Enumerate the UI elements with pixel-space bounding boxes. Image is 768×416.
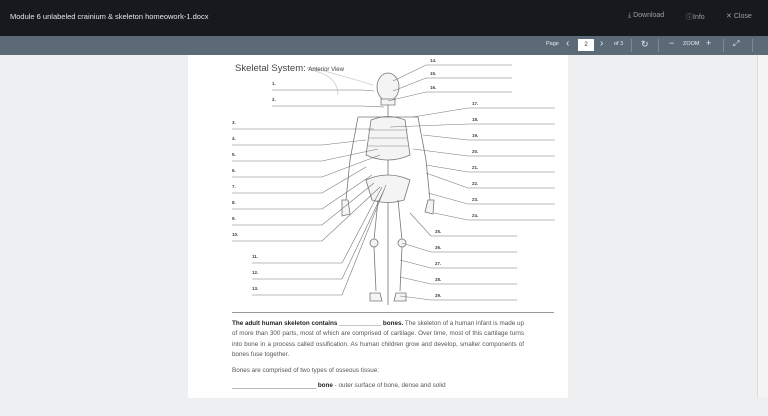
leader-line [232, 174, 373, 210]
label-number: 3. [232, 120, 236, 125]
label-number: 20. [472, 149, 478, 154]
divider [752, 39, 753, 52]
leader-line [399, 259, 517, 269]
label-number: 19. [472, 133, 478, 138]
leader-line [252, 184, 387, 296]
leader-line [422, 134, 555, 141]
label-number: 29. [435, 293, 441, 298]
compact-text: - outer surface of bone, dense and solid [332, 382, 446, 389]
label-number: 18. [472, 117, 478, 122]
heading-text: Skeletal System: [235, 63, 306, 74]
skeleton-figure [306, 67, 435, 305]
divider [631, 39, 632, 52]
leader-line [252, 189, 385, 280]
leader-line [425, 172, 555, 189]
label-number: 9. [232, 216, 236, 221]
leader-line [232, 166, 367, 194]
label-number: 13. [252, 286, 258, 291]
info-label: Info [693, 14, 705, 21]
leader-line [387, 91, 512, 102]
tissue-text: Bones are comprised of two types of osse… [232, 367, 380, 374]
zoom-out-button[interactable]: − [669, 38, 674, 48]
leader-line [389, 123, 555, 128]
label-number: 28. [435, 277, 441, 282]
leader-line [272, 105, 385, 108]
info-button[interactable]: ⓘInfo [686, 12, 705, 22]
label-number: 26. [435, 245, 441, 250]
blank: ________________________ [232, 382, 317, 389]
label-number: 24. [472, 213, 478, 218]
leader-line [409, 212, 517, 237]
bone-bold: bone [317, 382, 333, 389]
download-label: Download [633, 12, 665, 19]
label-number: 2. [272, 97, 276, 102]
fullscreen-icon[interactable]: ⤢ [733, 39, 739, 49]
leader-line [392, 77, 512, 92]
diagram-title: Skeletal System: Anterior View [235, 63, 344, 74]
compact-bone-line: ________________________ bone - outer su… [232, 382, 446, 389]
bottom-area [0, 398, 768, 416]
leader-line [272, 89, 375, 92]
para-bold: The adult human skeleton contains ______… [232, 320, 404, 327]
label-number: 10. [232, 232, 238, 237]
page-number-input[interactable] [578, 39, 594, 51]
label-number: 27. [435, 261, 441, 266]
intro-paragraph: The adult human skeleton contains ______… [232, 319, 524, 360]
zoom-in-button[interactable]: + [706, 38, 711, 48]
scrollbar[interactable] [757, 55, 768, 400]
info-icon: ⓘ [686, 14, 693, 21]
subheading-text: Anterior View [308, 67, 344, 73]
leader-line [401, 242, 517, 253]
page-label: Page [546, 41, 559, 47]
leader-line [425, 164, 555, 173]
label-number: 22. [472, 181, 478, 186]
viewer-toolbar: Page ‹ › of 3 ↻ − ZOOM + ⤢ [0, 36, 768, 55]
leader-line [232, 139, 367, 146]
leader-line [399, 295, 517, 301]
next-page-button[interactable]: › [600, 38, 603, 49]
leader-line [433, 212, 555, 221]
zoom-label: ZOOM [683, 41, 700, 47]
leader-line [392, 64, 512, 82]
divider [232, 312, 554, 313]
label-number: 14. [430, 58, 436, 63]
leader-line [412, 107, 555, 118]
label-number: 7. [232, 184, 236, 189]
document-page: 1. 2. 3. 4. 5. 6. 7. 8. 9. 10. 11. 12. 13. 14. 15. 16. 1… [188, 55, 568, 400]
rotate-icon[interactable]: ↻ [641, 39, 649, 50]
label-number: 16. [430, 85, 436, 90]
label-number: 5. [232, 152, 236, 157]
label-number: 12. [252, 270, 258, 275]
label-number: 25. [435, 229, 441, 234]
prev-page-button[interactable]: ‹ [566, 38, 569, 49]
document-title: Module 6 unlabeled crainium & skeleton h… [10, 12, 209, 21]
skeleton-diagram: 1. 2. 3. 4. 5. 6. 7. 8. 9. 10. 11. 12. 13. 14. 15. 16. 1… [232, 58, 555, 305]
leader-line [232, 148, 379, 162]
label-number: 8. [232, 200, 236, 205]
close-button[interactable]: ✕ Close [726, 12, 752, 20]
label-number: 21. [472, 165, 478, 170]
leader-line [232, 154, 381, 178]
leader-line [427, 192, 555, 205]
label-number: 17. [472, 101, 478, 106]
download-button[interactable]: ⤓ Download [628, 12, 664, 20]
page-count: of 3 [614, 41, 624, 47]
download-icon: ⤓ [628, 12, 632, 19]
label-number: 6. [232, 168, 236, 173]
label-number: 23. [472, 197, 478, 202]
leader-line [412, 148, 555, 157]
leader-line [399, 276, 517, 285]
label-number: 1. [272, 81, 276, 86]
label-number: 11. [252, 254, 258, 259]
top-bar: Module 6 unlabeled crainium & skeleton h… [0, 0, 768, 36]
label-number: 4. [232, 136, 236, 141]
label-number: 15. [430, 71, 436, 76]
divider [723, 39, 724, 52]
divider [658, 39, 659, 52]
close-label: Close [733, 13, 752, 20]
leader-line [232, 182, 375, 226]
close-icon: ✕ [726, 13, 732, 20]
